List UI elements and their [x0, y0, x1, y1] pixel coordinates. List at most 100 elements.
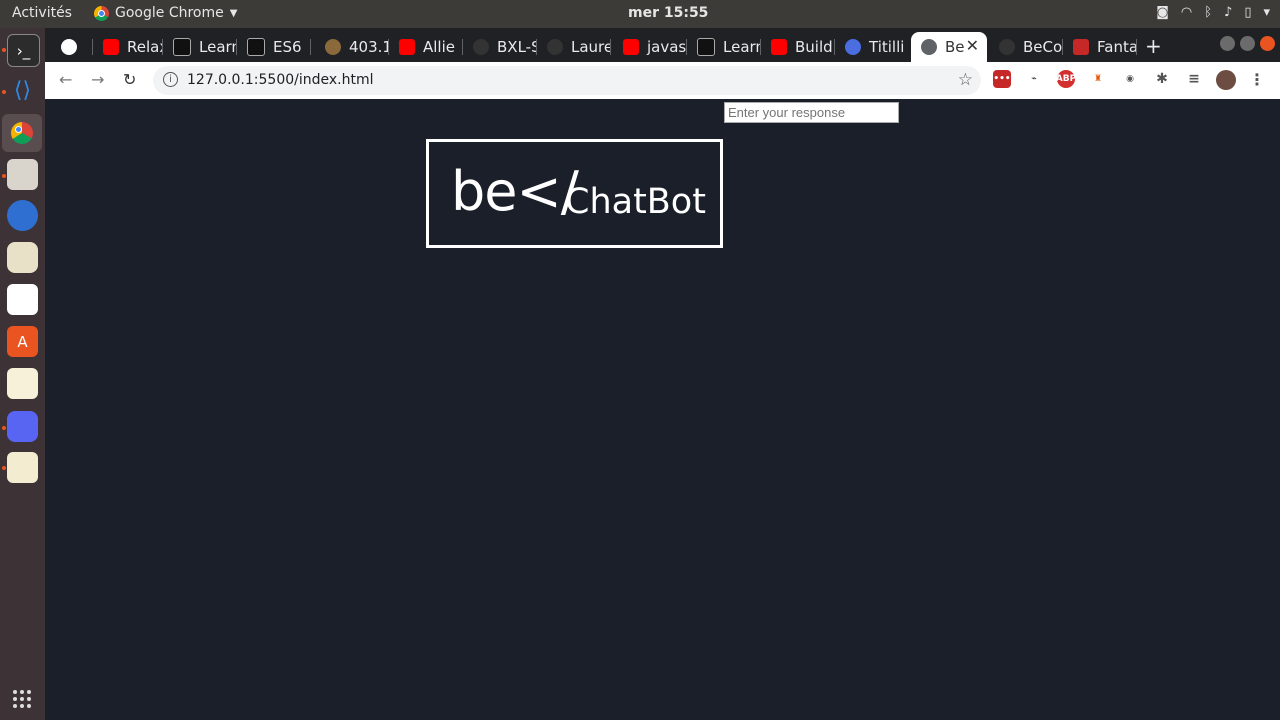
puzzle-extensions-icon[interactable]: ✱: [1153, 70, 1171, 88]
close-tab-icon[interactable]: ✕: [966, 36, 979, 55]
chatbot-logo: be</ ChatBot: [426, 139, 723, 248]
tab-6[interactable]: BXL-S: [463, 32, 537, 62]
app-name: Google Chrome: [115, 5, 224, 21]
circle-icon: [999, 39, 1015, 55]
app-menu[interactable]: Google Chrome ▼: [94, 5, 237, 21]
system-tray[interactable]: ◙ ◠ ᛒ ♪ ▯ ▾: [1156, 5, 1270, 20]
tab-label: Learn: [723, 38, 761, 56]
tab-label: Be: [945, 38, 965, 56]
tab-label: Build: [795, 38, 833, 56]
chrome-icon: [94, 5, 109, 21]
show-applications-icon[interactable]: [13, 690, 31, 708]
shortcut-extension-icon[interactable]: ⌁: [1025, 70, 1043, 88]
youtube-icon: [399, 39, 415, 55]
discord-tray-icon[interactable]: ◙: [1156, 5, 1169, 20]
new-tab-button[interactable]: +: [1145, 34, 1162, 58]
tab-1[interactable]: Relax: [93, 32, 163, 62]
info-icon[interactable]: i: [163, 72, 178, 87]
software-center-icon[interactable]: A: [7, 326, 38, 357]
dock: ›_ ⟨⟩ A: [0, 28, 45, 720]
page-content: be</ ChatBot: [45, 99, 1280, 720]
youtube-icon: [771, 39, 787, 55]
tab-13[interactable]: BeCo: [989, 32, 1063, 62]
back-button[interactable]: ←: [59, 70, 72, 89]
chevron-down-icon: ▼: [229, 7, 238, 19]
vscode-icon[interactable]: ⟨⟩: [7, 75, 38, 106]
tab-2[interactable]: Learn: [163, 32, 237, 62]
monitor-extension-icon[interactable]: ◉: [1121, 70, 1139, 88]
tab-10[interactable]: Build: [761, 32, 835, 62]
tab-label: BeCo: [1023, 38, 1063, 56]
github-icon: [473, 39, 489, 55]
tab-label: Allie: [423, 38, 455, 56]
reload-button[interactable]: ↻: [123, 70, 136, 89]
libreoffice-writer-icon[interactable]: [7, 284, 38, 315]
rhythmbox-icon[interactable]: [7, 242, 38, 273]
terminal-icon[interactable]: ›_: [7, 34, 40, 67]
tab-8[interactable]: javas: [613, 32, 687, 62]
tab-11[interactable]: Titilli: [835, 32, 911, 62]
tab-label: Titilli: [869, 38, 905, 56]
adblock-plus-icon[interactable]: ABP: [1056, 70, 1076, 88]
thunderbird-icon[interactable]: [7, 200, 38, 231]
tab-5[interactable]: Allie: [389, 32, 463, 62]
maximize-button[interactable]: [1240, 36, 1255, 51]
discord-icon[interactable]: [7, 411, 38, 442]
course-icon: [173, 38, 191, 56]
files-icon[interactable]: [7, 159, 38, 190]
forward-button[interactable]: →: [91, 70, 104, 89]
tab-strip: Relax Learn ES6 403.1 Allie BXL-S Laure …: [45, 28, 1280, 62]
globe-icon: [921, 39, 937, 55]
owl-icon: [61, 39, 77, 55]
tab-label: 403.1: [349, 38, 389, 56]
activities-button[interactable]: Activités: [12, 5, 72, 21]
tab-14[interactable]: Fanta: [1063, 32, 1137, 62]
minimize-button[interactable]: [1220, 36, 1235, 51]
tab-4[interactable]: 403.1: [315, 32, 389, 62]
tab-0[interactable]: [51, 32, 93, 62]
volume-icon[interactable]: ♪: [1224, 5, 1232, 20]
bookmark-star-icon[interactable]: ☆: [958, 70, 973, 90]
menu-kebab-icon[interactable]: ⋮: [1248, 70, 1266, 89]
url-text[interactable]: 127.0.0.1:5500/index.html: [187, 72, 374, 88]
github-icon: [547, 39, 563, 55]
user-extension-icon[interactable]: ♜: [1089, 70, 1107, 88]
tab-3[interactable]: ES6: [237, 32, 311, 62]
tab-label: Relax: [127, 38, 163, 56]
running-indicator: [2, 174, 6, 178]
bluetooth-icon[interactable]: ᛒ: [1204, 5, 1212, 20]
tab-label: Laure: [571, 38, 611, 56]
youtube-icon: [623, 39, 639, 55]
running-indicator: [2, 466, 6, 470]
running-indicator: [2, 426, 6, 430]
tab-7[interactable]: Laure: [537, 32, 611, 62]
tab-label: Learn: [199, 38, 237, 56]
text-editor-icon[interactable]: [7, 452, 38, 483]
response-input[interactable]: [724, 102, 899, 123]
browser-toolbar: ← → ↻ i 127.0.0.1:5500/index.html ☆ ••• …: [45, 62, 1280, 100]
media-controls-icon[interactable]: ≡: [1185, 70, 1203, 88]
badge-icon: [325, 39, 341, 55]
tab-active[interactable]: Be ✕: [911, 32, 987, 62]
wifi-icon[interactable]: ◠: [1181, 5, 1192, 20]
close-window-button[interactable]: [1260, 36, 1275, 51]
running-indicator: [2, 90, 6, 94]
lastpass-extension-icon[interactable]: •••: [993, 70, 1011, 88]
clock[interactable]: mer 15:55: [628, 5, 708, 21]
system-top-bar: Activités Google Chrome ▼ mer 15:55 ◙ ◠ …: [0, 0, 1280, 28]
course-icon: [697, 38, 715, 56]
youtube-icon: [103, 39, 119, 55]
tab-label: Fanta: [1097, 38, 1137, 56]
bookmark-icon: [1073, 39, 1089, 55]
tab-label: javas: [647, 38, 687, 56]
profile-avatar[interactable]: [1216, 70, 1236, 90]
address-bar[interactable]: i 127.0.0.1:5500/index.html ☆: [153, 66, 981, 95]
chrome-dock-icon[interactable]: [2, 114, 42, 152]
settings-gear-icon[interactable]: [7, 368, 38, 399]
f-icon: [845, 39, 861, 55]
course-icon: [247, 38, 265, 56]
system-menu-chevron-icon[interactable]: ▾: [1263, 5, 1270, 20]
tab-9[interactable]: Learn: [687, 32, 761, 62]
tab-label: BXL-S: [497, 38, 537, 56]
battery-icon[interactable]: ▯: [1244, 5, 1251, 20]
